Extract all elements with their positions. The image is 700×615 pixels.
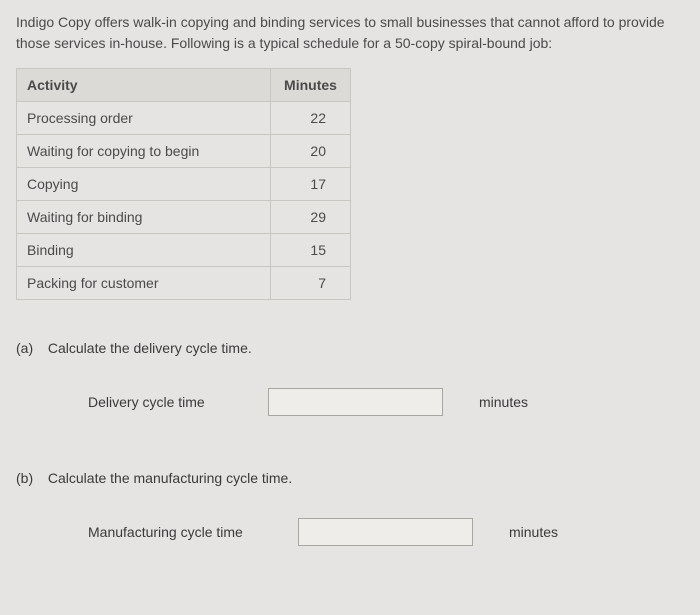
minutes-cell: 17	[271, 168, 351, 201]
table-row: Packing for customer 7	[17, 267, 351, 300]
question-a: (a) Calculate the delivery cycle time. D…	[16, 340, 684, 416]
answer-a-label: Delivery cycle time	[88, 394, 268, 410]
minutes-cell: 29	[271, 201, 351, 234]
answer-b-input[interactable]	[298, 518, 473, 546]
answer-a-row: Delivery cycle time minutes	[16, 388, 684, 416]
minutes-cell: 22	[271, 102, 351, 135]
question-a-marker: (a)	[16, 340, 44, 356]
answer-b-label: Manufacturing cycle time	[88, 524, 298, 540]
question-a-line: (a) Calculate the delivery cycle time.	[16, 340, 684, 356]
answer-a-input[interactable]	[268, 388, 443, 416]
activity-cell: Waiting for copying to begin	[17, 135, 271, 168]
col-header-activity: Activity	[17, 69, 271, 102]
activity-cell: Waiting for binding	[17, 201, 271, 234]
minutes-cell: 7	[271, 267, 351, 300]
activity-cell: Packing for customer	[17, 267, 271, 300]
schedule-table: Activity Minutes Processing order 22 Wai…	[16, 68, 351, 300]
answer-b-row: Manufacturing cycle time minutes	[16, 518, 684, 546]
minutes-cell: 15	[271, 234, 351, 267]
table-row: Binding 15	[17, 234, 351, 267]
activity-cell: Processing order	[17, 102, 271, 135]
activity-cell: Binding	[17, 234, 271, 267]
question-b-line: (b) Calculate the manufacturing cycle ti…	[16, 470, 684, 486]
answer-b-unit: minutes	[509, 524, 558, 540]
activity-cell: Copying	[17, 168, 271, 201]
answer-a-unit: minutes	[479, 394, 528, 410]
question-b-prompt: Calculate the manufacturing cycle time.	[48, 470, 292, 486]
minutes-cell: 20	[271, 135, 351, 168]
intro-text: Indigo Copy offers walk-in copying and b…	[16, 12, 684, 54]
table-row: Copying 17	[17, 168, 351, 201]
question-b: (b) Calculate the manufacturing cycle ti…	[16, 470, 684, 546]
table-row: Waiting for copying to begin 20	[17, 135, 351, 168]
table-row: Waiting for binding 29	[17, 201, 351, 234]
question-a-prompt: Calculate the delivery cycle time.	[48, 340, 252, 356]
table-row: Processing order 22	[17, 102, 351, 135]
page-root: Indigo Copy offers walk-in copying and b…	[0, 0, 700, 546]
col-header-minutes: Minutes	[271, 69, 351, 102]
question-b-marker: (b)	[16, 470, 44, 486]
